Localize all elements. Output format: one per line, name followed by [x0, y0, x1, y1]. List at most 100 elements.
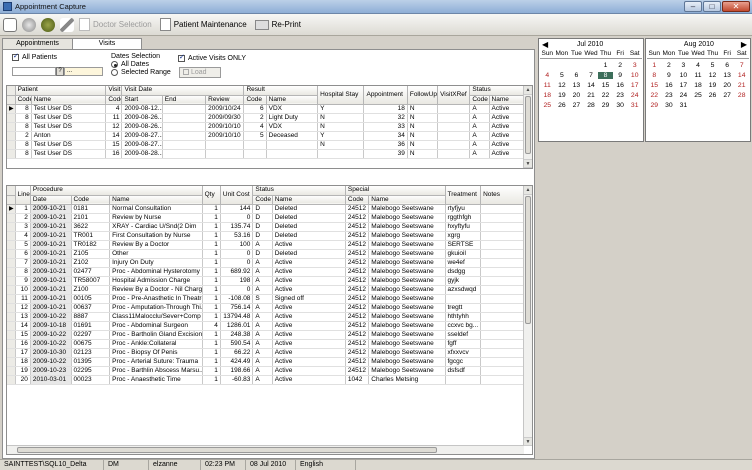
- proc-status-code[interactable]: A: [252, 330, 273, 340]
- proc-line[interactable]: 7: [15, 258, 31, 268]
- pen-icon[interactable]: [60, 17, 74, 32]
- next-month-icon[interactable]: ▶: [741, 40, 747, 49]
- proc-status-name[interactable]: Active: [272, 321, 346, 331]
- procedure-row[interactable]: 5 2009-10-21 TR0182 Review By a Doctor 1 100 A…: [7, 240, 532, 250]
- proc-qty[interactable]: 1: [202, 258, 221, 268]
- visits-col-result-name[interactable]: Name: [266, 95, 319, 105]
- procedure-row[interactable]: 20 2010-03-01 00023 Proc - Anaesthetic Time…: [7, 375, 532, 385]
- proc-date[interactable]: 2009-10-21: [30, 249, 72, 259]
- proc-special-name[interactable]: Malebogo Seetswane: [368, 339, 446, 349]
- proc-name[interactable]: Proc - Anaesthetic Time: [109, 375, 203, 385]
- visit-start[interactable]: 2009-08-27...: [121, 131, 163, 141]
- proc-special-name[interactable]: Malebogo Seetswane: [368, 330, 446, 340]
- proc-code[interactable]: 01395: [71, 357, 111, 367]
- proc-date[interactable]: 2009-10-21: [30, 204, 72, 214]
- calendar-day[interactable]: 9: [613, 72, 628, 79]
- proc-line[interactable]: 17: [15, 348, 31, 358]
- procedures-horizontal-scrollbar[interactable]: [7, 445, 524, 454]
- proc-unit-cost[interactable]: 13794.48: [220, 312, 254, 322]
- calendar-day[interactable]: 16: [613, 82, 628, 89]
- visit-xref[interactable]: [437, 113, 471, 123]
- proc-line[interactable]: 12: [15, 303, 31, 313]
- proc-col-date[interactable]: Date: [30, 195, 72, 205]
- proc-treatment[interactable]: tregtt: [445, 303, 482, 313]
- proc-status-name[interactable]: Active: [272, 330, 346, 340]
- proc-date[interactable]: 2009-10-21: [30, 240, 72, 250]
- proc-col-qty[interactable]: Qty: [202, 186, 221, 205]
- row-indicator[interactable]: [7, 231, 16, 241]
- procedure-row[interactable]: 7 2009-10-21 Z102 Injury On Duty 1 0 A Active 24…: [7, 258, 532, 268]
- calendar-day[interactable]: 30: [613, 102, 628, 109]
- visit-result-code[interactable]: 4: [243, 122, 267, 132]
- calendar-day[interactable]: 27: [569, 102, 584, 109]
- visit-followup[interactable]: N: [407, 149, 439, 159]
- visit-end[interactable]: [162, 140, 207, 150]
- refresh-icon[interactable]: [22, 17, 36, 32]
- proc-treatment[interactable]: [445, 294, 482, 304]
- proc-name[interactable]: Normal Consultation: [109, 204, 203, 214]
- visit-code[interactable]: 4: [105, 104, 123, 114]
- row-indicator[interactable]: [7, 375, 16, 385]
- proc-code[interactable]: TR001: [71, 231, 111, 241]
- proc-date[interactable]: 2009-10-22: [30, 339, 72, 349]
- visit-result-code[interactable]: 2: [243, 113, 267, 123]
- proc-col-group-procedure[interactable]: Procedure: [30, 186, 203, 196]
- calendar-day[interactable]: 7: [584, 72, 599, 79]
- proc-special-name[interactable]: Malebogo Seetswane: [368, 276, 446, 286]
- proc-col-unit-cost[interactable]: Unit Cost: [220, 186, 254, 205]
- visit-row[interactable]: 8 Test User DS 15 2009-08-27... N 36 N A Active: [7, 140, 532, 150]
- proc-unit-cost[interactable]: 590.54: [220, 339, 254, 349]
- proc-date[interactable]: 2010-03-01: [30, 375, 72, 385]
- calendar-day[interactable]: 5: [705, 62, 720, 69]
- procedure-row[interactable]: ▶ 1 2009-10-21 0181 Normal Consultation 1 144 D…: [7, 204, 532, 214]
- proc-special-name[interactable]: Malebogo Seetswane: [368, 258, 446, 268]
- proc-qty[interactable]: 1: [202, 249, 221, 259]
- calendar-day[interactable]: 25: [691, 92, 706, 99]
- row-indicator[interactable]: [7, 113, 16, 123]
- calendar-day[interactable]: 23: [662, 92, 677, 99]
- proc-special-code[interactable]: 1042: [345, 375, 370, 385]
- proc-status-name[interactable]: Deleted: [272, 204, 346, 214]
- proc-unit-cost[interactable]: 0: [220, 285, 254, 295]
- calendar-day[interactable]: 20: [569, 92, 584, 99]
- visits-col-group-visit[interactable]: Visit: [105, 86, 123, 96]
- row-indicator[interactable]: [7, 339, 16, 349]
- calendar-day[interactable]: 19: [705, 82, 720, 89]
- calendar-day[interactable]: 27: [720, 92, 735, 99]
- proc-date[interactable]: 2009-10-30: [30, 348, 72, 358]
- proc-name[interactable]: Proc - Arterial Suture: Trauma: [109, 357, 203, 367]
- proc-special-code[interactable]: 24512: [345, 330, 370, 340]
- calendar-day[interactable]: 8: [647, 72, 662, 79]
- proc-col-group-special[interactable]: Special: [345, 186, 446, 196]
- visit-patient-name[interactable]: Test User DS: [31, 104, 107, 114]
- proc-code[interactable]: 02297: [71, 330, 111, 340]
- proc-treatment[interactable]: sseldef: [445, 330, 482, 340]
- proc-code[interactable]: 2101: [71, 213, 111, 223]
- visit-result-name[interactable]: Deceased: [266, 131, 319, 141]
- proc-name[interactable]: Hospital Admission Charge: [109, 276, 203, 286]
- calendar-day[interactable]: 31: [627, 102, 642, 109]
- procedure-row[interactable]: 18 2009-10-22 01395 Proc - Arterial Suture:…: [7, 357, 532, 367]
- visits-col-group-result[interactable]: Result: [243, 86, 319, 96]
- procedure-row[interactable]: 11 2009-10-21 00105 Proc - Pre-Anasthetic I…: [7, 294, 532, 304]
- proc-special-name[interactable]: Malebogo Seetswane: [368, 249, 446, 259]
- procedure-row[interactable]: 10 2009-10-21 Z100 Review By a Doctor - Nil…: [7, 285, 532, 295]
- visit-end[interactable]: [162, 113, 207, 123]
- proc-treatment[interactable]: [445, 375, 482, 385]
- proc-unit-cost[interactable]: 100: [220, 240, 254, 250]
- row-indicator[interactable]: [7, 321, 16, 331]
- scroll-down-icon[interactable]: ▼: [524, 159, 532, 168]
- visit-start[interactable]: 2009-08-12...: [121, 104, 163, 114]
- proc-date[interactable]: 2009-10-23: [30, 366, 72, 376]
- visits-col-hospital-stay[interactable]: Hospital Stay: [317, 86, 365, 105]
- proc-treatment[interactable]: fgcgc: [445, 357, 482, 367]
- close-button[interactable]: ✕: [722, 1, 750, 12]
- all-patients-option[interactable]: All Patients: [12, 52, 57, 61]
- calendar-day[interactable]: 18: [540, 92, 555, 99]
- visit-row[interactable]: 8 Test User DS 12 2009-08-26... 2009/10/10 4 V…: [7, 122, 532, 132]
- current-row-indicator-icon[interactable]: ▶: [7, 204, 16, 214]
- calendar-july[interactable]: ◀ Jul 2010 Sun Mon Tue Wed Thu Fri Sat 1 2 3 4 5 6 7 8…: [538, 38, 644, 142]
- all-dates-radio[interactable]: [111, 61, 118, 68]
- proc-qty[interactable]: 1: [202, 366, 221, 376]
- minimize-button[interactable]: –: [684, 1, 702, 12]
